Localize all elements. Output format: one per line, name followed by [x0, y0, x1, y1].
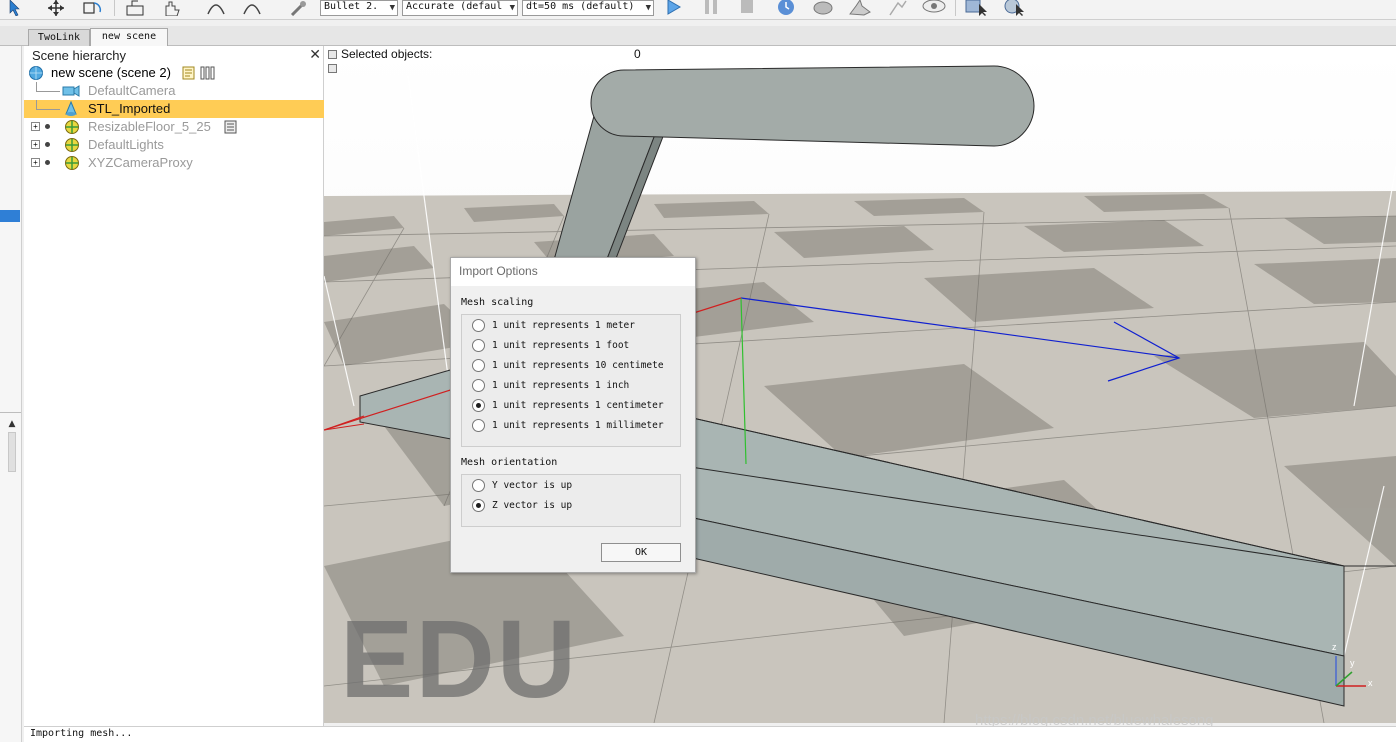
accuracy-select[interactable]: Accurate (defaul ▼	[402, 0, 518, 16]
wrench-icon[interactable]	[288, 0, 308, 17]
slow-down-turtle-icon[interactable]	[810, 0, 833, 16]
radio-label: 1 unit represents 10 centimete	[492, 360, 664, 371]
selected-objects-label: Selected objects:	[341, 47, 433, 61]
scene-select-icon[interactable]	[1002, 0, 1024, 16]
tree-bullet	[45, 160, 50, 165]
tree-item-resizable-floor[interactable]: + ResizableFloor_5_25	[24, 118, 324, 136]
collapse-info-icon[interactable]	[328, 50, 337, 59]
divider	[0, 412, 21, 413]
threaded-render-icon[interactable]	[886, 0, 907, 16]
timestep-select[interactable]: dt=50 ms (default) ▼	[522, 0, 654, 16]
radio-button[interactable]	[472, 479, 485, 492]
status-text: Importing mesh...	[30, 728, 133, 739]
physics-engine-select[interactable]: Bullet 2. ▼	[320, 0, 398, 16]
radio-button[interactable]	[472, 419, 485, 432]
accuracy-value: Accurate (defaul	[406, 1, 503, 12]
tree-item-label: new scene (scene 2)	[51, 65, 171, 80]
radio-label: 1 unit represents 1 centimeter	[492, 400, 664, 411]
expand-info-icon[interactable]	[328, 64, 337, 73]
expand-plus-icon[interactable]: +	[31, 140, 40, 149]
mesh-orientation-group: Y vector is up Z vector is up	[461, 474, 681, 527]
tree-bullet	[45, 142, 50, 147]
tree-item-default-camera[interactable]: DefaultCamera	[24, 82, 324, 100]
radio-label: Y vector is up	[492, 480, 573, 491]
main-toolbar: Bullet 2. ▼ Accurate (defaul ▼ dt=50 ms …	[0, 0, 1396, 20]
tab-twolink[interactable]: TwoLink	[28, 29, 90, 46]
radio-button-selected[interactable]	[472, 399, 485, 412]
play-icon[interactable]	[664, 0, 684, 16]
scene-hierarchy-panel: Scene hierarchy ✕ new scene (scene 2) De…	[24, 46, 324, 726]
visibility-eye-icon[interactable]	[920, 0, 946, 16]
expand-plus-icon[interactable]: +	[31, 122, 40, 131]
tab-new-scene[interactable]: new scene	[90, 28, 168, 46]
pause-icon[interactable]	[702, 0, 722, 16]
close-icon[interactable]: ✕	[309, 48, 321, 62]
radio-button[interactable]	[472, 319, 485, 332]
rotate-object-icon[interactable]	[80, 0, 102, 16]
undo-icon[interactable]	[124, 0, 144, 16]
chevron-down-icon: ▼	[509, 3, 515, 13]
selected-objects-bar: Selected objects: 0	[326, 46, 1396, 73]
scroll-up-arrow-icon[interactable]: ▲	[6, 418, 18, 430]
chevron-down-icon: ▼	[389, 3, 395, 13]
tree-item-label: DefaultCamera	[88, 83, 176, 98]
svg-text:z: z	[1332, 642, 1337, 652]
toolbar-separator	[955, 0, 956, 16]
mesh-scaling-label: Mesh scaling	[461, 297, 534, 308]
mesh-scaling-group: 1 unit represents 1 meter 1 unit represe…	[461, 314, 681, 447]
scene-tabs: TwoLink new scene	[0, 26, 1396, 46]
move-object-icon[interactable]	[44, 0, 64, 16]
tree-item-label: STL_Imported	[88, 101, 171, 116]
select-cursor-icon[interactable]	[6, 0, 26, 17]
radio-label: 1 unit represents 1 meter	[492, 320, 635, 331]
radio-label: Z vector is up	[492, 500, 573, 511]
physics-engine-value: Bullet 2.	[324, 1, 379, 12]
dialog-title: Import Options	[459, 264, 538, 278]
toolbar-separator	[114, 0, 115, 16]
step-back-icon[interactable]	[204, 0, 225, 16]
model-icon	[64, 156, 80, 175]
svg-text:y: y	[1350, 658, 1355, 668]
import-options-dialog: Import Options Mesh scaling 1 unit repre…	[450, 257, 696, 573]
page-select-icon[interactable]	[964, 0, 987, 16]
stop-icon[interactable]	[738, 0, 758, 16]
speed-up-rabbit-icon[interactable]	[846, 0, 871, 16]
left-toolbar-strip: ▲	[0, 26, 22, 742]
tree-item-scene[interactable]: new scene (scene 2)	[24, 64, 324, 82]
radio-label: 1 unit represents 1 inch	[492, 380, 630, 391]
tree-bullet	[45, 124, 50, 129]
left-strip-marker	[0, 210, 20, 222]
tree-item-label: DefaultLights	[88, 137, 164, 152]
tree-item-label: ResizableFloor_5_25	[88, 119, 211, 134]
radio-button-selected[interactable]	[472, 499, 485, 512]
status-bar: Importing mesh...	[24, 726, 1396, 742]
hierarchy-title: Scene hierarchy	[32, 48, 126, 63]
tree-item-label: XYZCameraProxy	[88, 155, 193, 170]
dialog-title-bar[interactable]: Import Options	[451, 258, 695, 286]
realtime-clock-icon[interactable]	[774, 0, 794, 16]
tree-item-xyz-camera-proxy[interactable]: + XYZCameraProxy	[24, 154, 324, 172]
expand-plus-icon[interactable]: +	[31, 158, 40, 167]
chevron-down-icon: ▼	[645, 3, 651, 13]
ok-button[interactable]: OK	[601, 543, 681, 562]
radio-label: 1 unit represents 1 millimeter	[492, 420, 664, 431]
radio-button[interactable]	[472, 339, 485, 352]
radio-button[interactable]	[472, 359, 485, 372]
step-forward-icon[interactable]	[240, 0, 261, 16]
tree-item-stl-imported[interactable]: STL_Imported	[24, 100, 324, 118]
tree-item-default-lights[interactable]: + DefaultLights	[24, 136, 324, 154]
svg-text:x: x	[1368, 678, 1373, 688]
timestep-value: dt=50 ms (default)	[526, 1, 635, 12]
radio-button[interactable]	[472, 379, 485, 392]
vertical-scrollbar[interactable]	[8, 432, 16, 472]
mesh-orientation-label: Mesh orientation	[461, 457, 558, 468]
hand-pan-icon[interactable]	[160, 0, 180, 17]
radio-label: 1 unit represents 1 foot	[492, 340, 630, 351]
selected-objects-count: 0	[634, 47, 641, 61]
edu-watermark: EDU	[340, 598, 579, 721]
